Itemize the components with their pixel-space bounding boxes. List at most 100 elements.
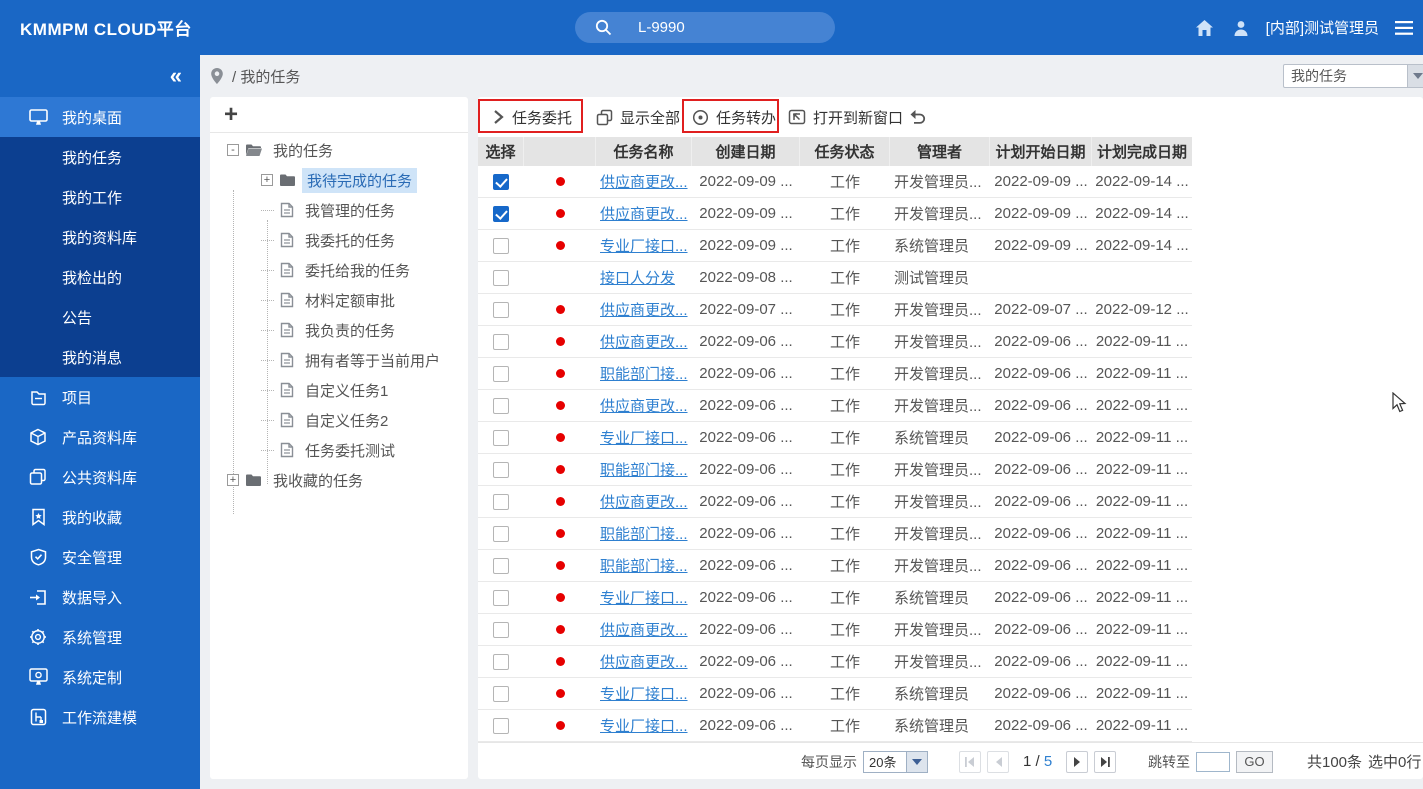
tree-node-9[interactable]: 自定义任务2 — [210, 405, 468, 435]
toolbar-button-任务转办[interactable]: 任务转办 — [692, 97, 776, 137]
status-dot-icon — [556, 337, 565, 346]
sidebar-item-15[interactable]: 工作流建模 — [0, 697, 200, 737]
column-header-0: 选择 — [478, 137, 524, 166]
task-name-link[interactable]: 供应商更改... — [600, 171, 688, 192]
add-node-button[interactable]: + — [224, 103, 238, 127]
sidebar-item-11[interactable]: 安全管理 — [0, 537, 200, 577]
task-name-link[interactable]: 供应商更改... — [600, 203, 688, 224]
toolbar-button-显示全部[interactable]: 显示全部 — [596, 97, 680, 137]
tree-expander-expand-icon[interactable]: + — [227, 474, 239, 486]
toolbar-button-打开到新窗口[interactable]: 打开到新窗口 — [788, 97, 903, 137]
sidebar-collapse-button[interactable]: « — [170, 65, 182, 87]
task-name-link[interactable]: 专业厂接口... — [600, 715, 688, 736]
task-status-cell: 工作 — [800, 646, 890, 677]
row-checkbox[interactable] — [493, 430, 509, 446]
row-checkbox[interactable] — [493, 526, 509, 542]
last-page-button[interactable] — [1094, 751, 1116, 773]
per-page-dropdown-button[interactable] — [906, 751, 928, 773]
sidebar-item-13[interactable]: 系统管理 — [0, 617, 200, 657]
shield-icon — [28, 547, 48, 567]
task-name-link[interactable]: 专业厂接口... — [600, 683, 688, 704]
tree-node-2[interactable]: 我管理的任务 — [210, 195, 468, 225]
tree-expander-collapse-icon[interactable]: - — [227, 144, 239, 156]
task-name-link[interactable]: 供应商更改... — [600, 299, 688, 320]
task-name-link[interactable]: 专业厂接口... — [600, 235, 688, 256]
task-name-link[interactable]: 职能部门接... — [600, 555, 688, 576]
sidebar-item-12[interactable]: 数据导入 — [0, 577, 200, 617]
row-checkbox[interactable] — [493, 206, 509, 222]
sidebar-item-1[interactable]: 我的任务 — [0, 137, 200, 177]
sidebar-item-8[interactable]: 产品资料库 — [0, 417, 200, 457]
task-name-link[interactable]: 专业厂接口... — [600, 427, 688, 448]
tree-node-6[interactable]: 我负责的任务 — [210, 315, 468, 345]
sidebar-item-0[interactable]: 我的桌面 — [0, 97, 200, 137]
tree-node-7[interactable]: 拥有者等于当前用户 — [210, 345, 468, 375]
row-checkbox[interactable] — [493, 238, 509, 254]
task-name-link[interactable]: 职能部门接... — [600, 363, 688, 384]
sidebar-item-6[interactable]: 我的消息 — [0, 337, 200, 377]
toolbar-button-undo[interactable] — [908, 97, 926, 137]
sidebar-item-14[interactable]: 系统定制 — [0, 657, 200, 697]
sidebar-item-10[interactable]: 我的收藏 — [0, 497, 200, 537]
row-checkbox[interactable] — [493, 302, 509, 318]
project-icon — [28, 387, 48, 407]
per-page-select[interactable]: 20条 — [863, 751, 907, 773]
menu-icon[interactable] — [1393, 17, 1415, 39]
plan-start-cell: 2022-09-06 ... — [990, 326, 1092, 357]
tree-node-10[interactable]: 任务委托测试 — [210, 435, 468, 465]
row-checkbox[interactable] — [493, 174, 509, 190]
task-name-link[interactable]: 职能部门接... — [600, 459, 688, 480]
task-name-link[interactable]: 专业厂接口... — [600, 587, 688, 608]
row-checkbox[interactable] — [493, 494, 509, 510]
plan-end-cell: 2022-09-14 ... — [1092, 166, 1192, 197]
toolbar-button-任务委托[interactable]: 任务委托 — [492, 97, 572, 137]
row-checkbox[interactable] — [493, 462, 509, 478]
tree-node-3[interactable]: 我委托的任务 — [210, 225, 468, 255]
task-name-link[interactable]: 供应商更改... — [600, 395, 688, 416]
row-checkbox[interactable] — [493, 398, 509, 414]
tree-node-1[interactable]: +我待完成的任务 — [210, 165, 468, 195]
sidebar-item-3[interactable]: 我的资料库 — [0, 217, 200, 257]
sidebar-item-2[interactable]: 我的工作 — [0, 177, 200, 217]
plan-start-cell: 2022-09-07 ... — [990, 294, 1092, 325]
row-checkbox[interactable] — [493, 366, 509, 382]
tree-node-11[interactable]: +我收藏的任务 — [210, 465, 468, 495]
task-name-link[interactable]: 供应商更改... — [600, 619, 688, 640]
first-page-button[interactable] — [959, 751, 981, 773]
tree-expander-expand-icon[interactable]: + — [261, 174, 273, 186]
user-icon[interactable] — [1230, 17, 1252, 39]
tree-node-4[interactable]: 委托给我的任务 — [210, 255, 468, 285]
view-select[interactable]: 我的任务 — [1283, 64, 1423, 88]
task-name-link[interactable]: 供应商更改... — [600, 651, 688, 672]
go-button[interactable]: GO — [1236, 751, 1273, 773]
row-checkbox[interactable] — [493, 654, 509, 670]
jump-to-input[interactable] — [1196, 752, 1230, 772]
row-checkbox[interactable] — [493, 718, 509, 734]
task-name-link[interactable]: 职能部门接... — [600, 523, 688, 544]
sidebar-item-4[interactable]: 我检出的 — [0, 257, 200, 297]
global-search-input[interactable]: L-9990 — [575, 12, 835, 43]
row-checkbox[interactable] — [493, 686, 509, 702]
task-name-link[interactable]: 供应商更改... — [600, 331, 688, 352]
row-checkbox[interactable] — [493, 558, 509, 574]
task-name-link[interactable]: 接口人分发 — [600, 267, 675, 288]
row-checkbox[interactable] — [493, 270, 509, 286]
tree-node-0[interactable]: -我的任务 — [210, 135, 468, 165]
tree-node-label: 拥有者等于当前用户 — [300, 348, 445, 373]
task-status-cell: 工作 — [800, 614, 890, 645]
home-icon[interactable] — [1194, 17, 1216, 39]
tree-node-5[interactable]: 材料定额审批 — [210, 285, 468, 315]
prev-page-button[interactable] — [987, 751, 1009, 773]
view-select-dropdown-button[interactable] — [1407, 65, 1423, 87]
task-name-link[interactable]: 供应商更改... — [600, 491, 688, 512]
sidebar-item-7[interactable]: 项目 — [0, 377, 200, 417]
current-user-label[interactable]: [内部]测试管理员 — [1266, 17, 1379, 38]
sidebar-item-9[interactable]: 公共资料库 — [0, 457, 200, 497]
row-checkbox[interactable] — [493, 622, 509, 638]
next-page-button[interactable] — [1066, 751, 1088, 773]
manager-cell: 开发管理员... — [890, 550, 990, 581]
sidebar-item-5[interactable]: 公告 — [0, 297, 200, 337]
tree-node-8[interactable]: 自定义任务1 — [210, 375, 468, 405]
row-checkbox[interactable] — [493, 334, 509, 350]
row-checkbox[interactable] — [493, 590, 509, 606]
